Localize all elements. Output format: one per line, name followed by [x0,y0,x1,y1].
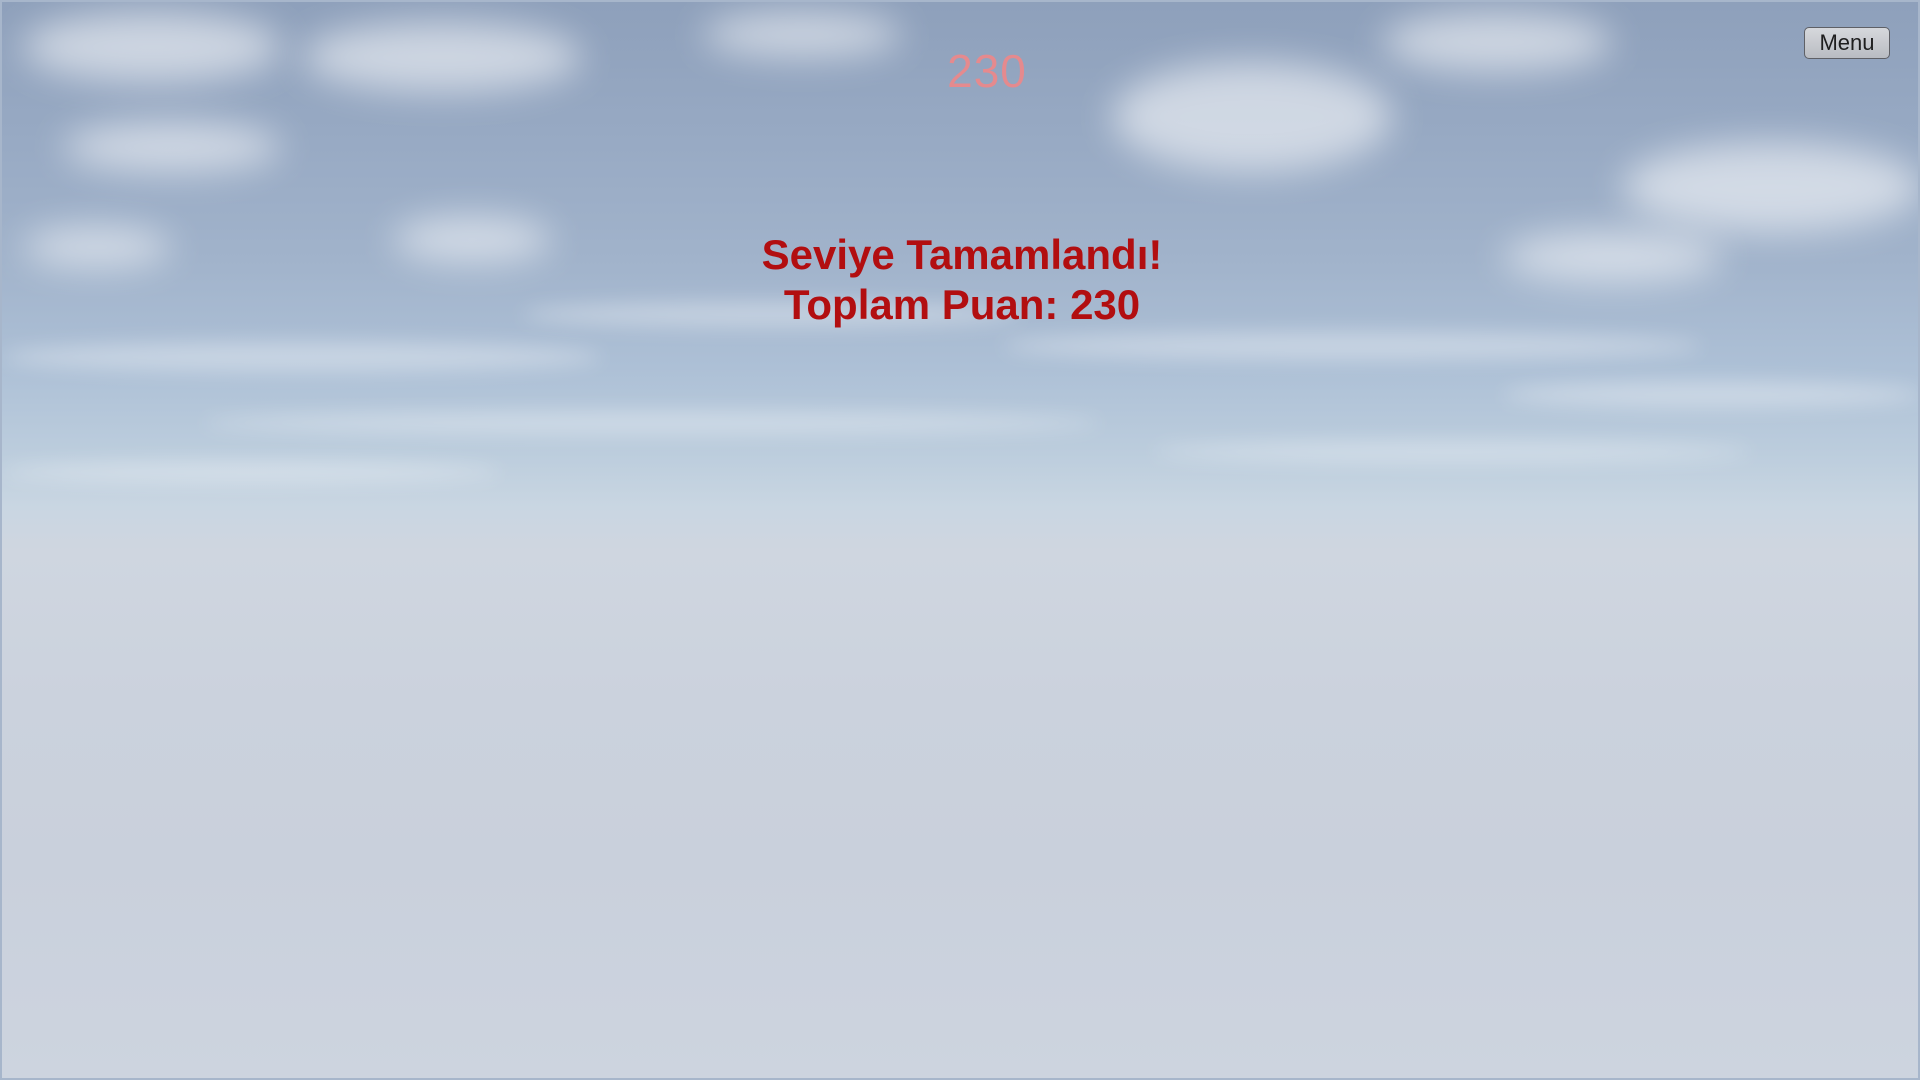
menu-button[interactable]: Menu [1804,27,1890,59]
total-score-label: Toplam Puan: 230 [783,281,1141,328]
level-complete-title: Seviye Tamamlandı! [761,231,1163,278]
level-complete-message: Seviye Tamamlandı! Toplam Puan: 230 [562,230,1362,330]
game-viewport[interactable]: 230 Seviye Tamamlandı! Toplam Puan: 230 … [0,0,1920,1080]
score-counter: 230 [947,45,1027,97]
